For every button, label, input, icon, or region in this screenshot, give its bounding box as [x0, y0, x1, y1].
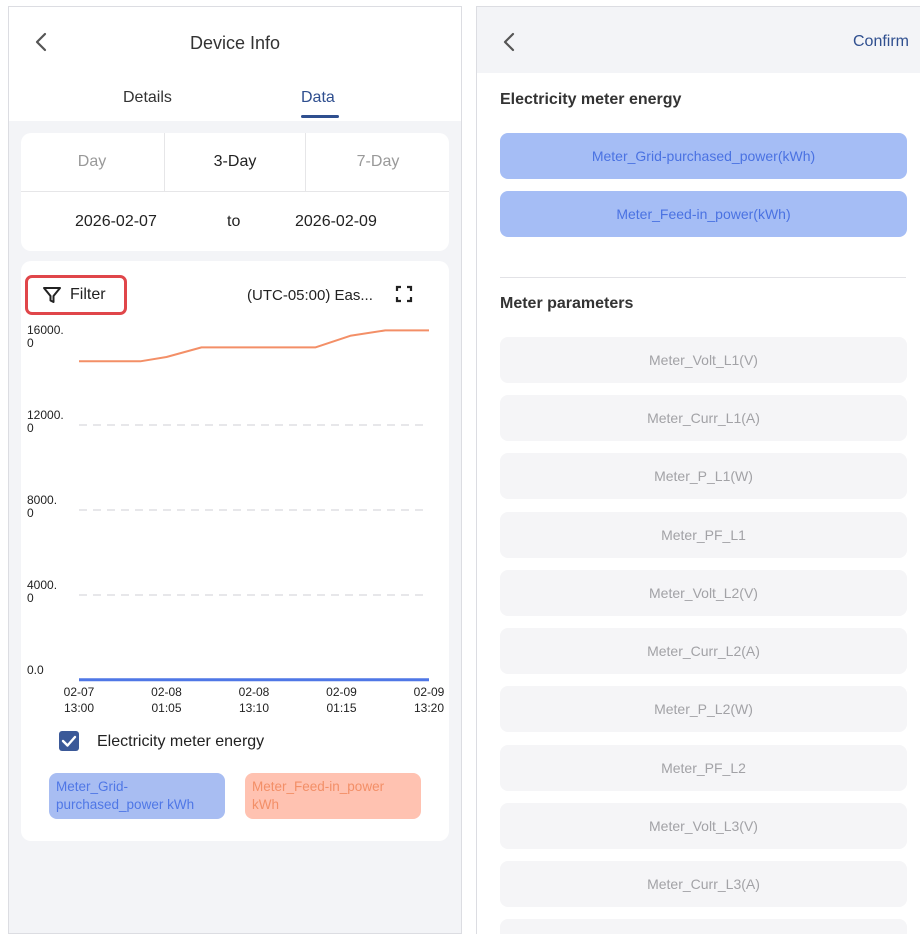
option-curr-l1[interactable]: Meter_Curr_L1(A)	[500, 395, 907, 441]
option-volt-l2[interactable]: Meter_Volt_L2(V)	[500, 570, 907, 616]
expand-icon[interactable]	[395, 285, 413, 303]
section-energy-title: Electricity meter energy	[500, 91, 682, 108]
y-tick-label: 16000. 0	[27, 323, 64, 350]
option-volt-l1[interactable]: Meter_Volt_L1(V)	[500, 337, 907, 383]
option-pf-l1[interactable]: Meter_PF_L1	[500, 512, 907, 558]
option-pf-l2[interactable]: Meter_PF_L2	[500, 745, 907, 791]
option-curr-l3[interactable]: Meter_Curr_L3(A)	[500, 861, 907, 907]
x-tick-label: 02-07 13:00	[64, 685, 95, 715]
date-range-card: Day 3-Day 7-Day 2026-02-07 to 2026-02-09	[21, 133, 449, 251]
filter-icon	[43, 287, 61, 303]
y-tick-label: 0.0	[27, 663, 44, 677]
range-day[interactable]: Day	[21, 133, 163, 191]
series-line-1	[79, 329, 429, 363]
end-date[interactable]: 2026-02-09	[295, 213, 377, 231]
range-7-day[interactable]: 7-Day	[307, 133, 449, 191]
start-date[interactable]: 2026-02-07	[75, 213, 157, 231]
option-curr-l2[interactable]: Meter_Curr_L2(A)	[500, 628, 907, 674]
app-screens: Device Info Details Data Day 3-Day 7-Day…	[0, 0, 920, 934]
date-separator: to	[227, 213, 241, 230]
option-grid-purchased[interactable]: Meter_Grid-purchased_power(kWh)	[500, 133, 907, 179]
option-p-l2[interactable]: Meter_P_L2(W)	[500, 686, 907, 732]
x-tick-label: 02-08 13:10	[239, 685, 270, 715]
section-params-title: Meter parameters	[500, 295, 634, 312]
tab-details[interactable]: Details	[123, 89, 172, 107]
active-tab-indicator	[301, 115, 339, 118]
option-feed-in[interactable]: Meter_Feed-in_power(kWh)	[500, 191, 907, 237]
option-volt-l3[interactable]: Meter_Volt_L3(V)	[500, 803, 907, 849]
x-tick-label: 02-08 01:05	[151, 685, 182, 715]
tab-data[interactable]: Data	[301, 89, 335, 107]
option-p-l1[interactable]: Meter_P_L1(W)	[500, 453, 907, 499]
filter-button[interactable]: Filter	[25, 275, 127, 315]
filter-label: Filter	[70, 286, 106, 303]
section-divider	[500, 277, 906, 278]
energy-line-chart: 16000. 0 12000. 0 8000. 0 4000. 0 0.0 02-07 13:00 0…	[27, 323, 445, 715]
y-tick-label: 8000. 0	[27, 493, 57, 520]
filter-screen: Confirm Electricity meter energy Meter_G…	[476, 6, 920, 934]
option-more[interactable]	[500, 919, 907, 934]
y-tick-label: 12000. 0	[27, 408, 64, 435]
back-arrow-icon[interactable]	[499, 31, 521, 53]
filter-header: Confirm	[477, 7, 920, 73]
legend-grid-purchased[interactable]: Meter_Grid-purchased_power kWh	[49, 773, 225, 819]
device-info-screen: Device Info Details Data Day 3-Day 7-Day…	[8, 6, 462, 934]
timezone-selector[interactable]: (UTC-05:00) Eas...	[247, 287, 373, 304]
x-tick-label: 02-09 13:20	[414, 685, 445, 715]
range-3-day[interactable]: 3-Day	[164, 133, 306, 191]
x-tick-label: 02-09 01:15	[326, 685, 357, 715]
header: Device Info Details Data	[9, 7, 461, 121]
checkbox-checked-icon[interactable]	[59, 731, 79, 751]
y-tick-label: 4000. 0	[27, 578, 57, 605]
legend-feed-in[interactable]: Meter_Feed-in_power kWh	[245, 773, 421, 819]
chart-card: Filter (UTC-05:00) Eas... 16000. 0 12000. 0…	[21, 261, 449, 841]
divider	[21, 191, 449, 192]
confirm-button[interactable]: Confirm	[853, 33, 909, 51]
legend-group-label: Electricity meter energy	[97, 733, 265, 750]
page-title: Device Info	[189, 33, 281, 53]
